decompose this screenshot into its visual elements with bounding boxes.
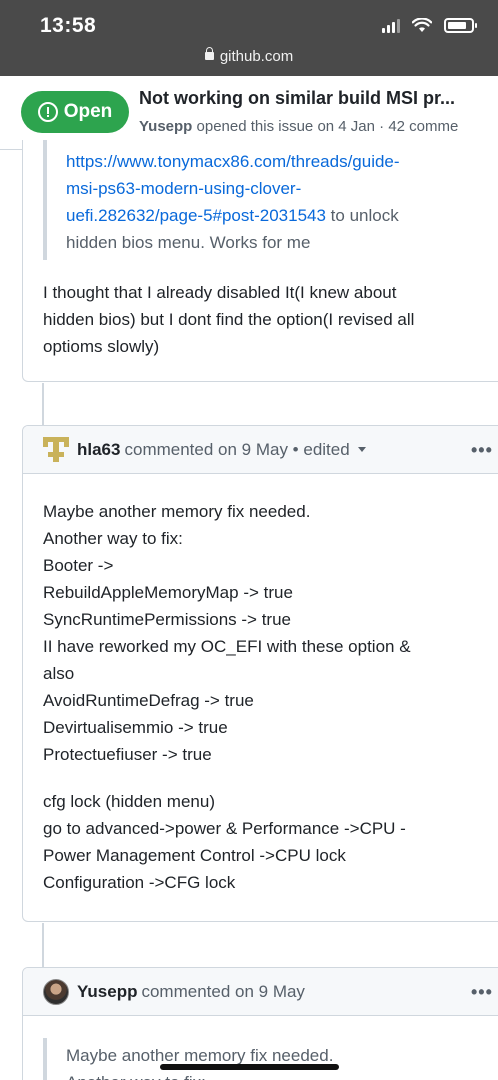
body-line: optioms slowly): [43, 337, 160, 356]
comment-action[interactable]: commented on 9 May: [141, 982, 304, 1002]
timeline-connector: [42, 383, 44, 425]
issue-state-badge: Open: [21, 91, 129, 133]
issue-state-label: Open: [63, 101, 113, 122]
comment-yusepp-reply: https://www.tonymacx86.com/threads/guide…: [22, 140, 498, 382]
comment-action[interactable]: commented on 9 May: [124, 440, 287, 460]
edited-dropdown[interactable]: edited: [303, 440, 349, 460]
body-line: Devirtualisemmio -> true: [43, 718, 228, 737]
issue-sticky-header: Open Not working on similar build MSI pr…: [0, 76, 498, 150]
quote-tail: to unlock: [325, 206, 399, 225]
separator-dot: •: [287, 439, 304, 459]
wifi-icon: [412, 18, 432, 32]
body-line: SyncRuntimePermissions -> true: [43, 610, 292, 629]
body-line: Power Management Control ->CPU lock: [43, 846, 346, 865]
quote-link-line-3[interactable]: uefi.282632/page-5#post-2031543: [66, 206, 326, 225]
home-indicator[interactable]: [160, 1064, 339, 1070]
comment-body: Maybe another memory fix needed. Another…: [43, 498, 498, 896]
body-line: AvoidRuntimeDefrag -> true: [43, 691, 254, 710]
url-bar[interactable]: github.com: [0, 47, 498, 65]
body-line: also: [43, 664, 75, 683]
url-text: github.com: [219, 48, 294, 65]
issue-title[interactable]: Not working on similar build MSI pr...: [139, 88, 484, 109]
comment-body: I thought that I already disabled It(I k…: [43, 279, 498, 360]
body-line: Configuration ->CFG lock: [43, 873, 236, 892]
body-line: I thought that I already disabled It(I k…: [43, 283, 397, 302]
avatar-yusepp[interactable]: [43, 978, 69, 1005]
kebab-menu-icon[interactable]: •••: [471, 982, 493, 1003]
issue-open-icon: [37, 102, 58, 122]
body-line: Another way to fix:: [43, 529, 183, 548]
comment-header: hla63 commented on 9 May • edited •••: [23, 426, 498, 474]
comment-hla63: hla63 commented on 9 May • edited ••• Ma…: [22, 425, 498, 922]
quote-link-line-1[interactable]: https://www.tonymacx86.com/threads/guide…: [66, 152, 400, 171]
body-line: Maybe another memory fix needed.: [43, 502, 311, 521]
comment-author[interactable]: hla63: [77, 440, 120, 460]
lock-icon: [204, 47, 214, 60]
body-line: Protectuefiuser -> true: [43, 745, 212, 764]
body-line: RebuildAppleMemoryMap -> true: [43, 583, 293, 602]
status-bar: 13:58 github.com: [0, 0, 498, 76]
status-icons: [382, 18, 477, 33]
quote-line: Another way to fix:: [66, 1069, 483, 1080]
comment-header: Yusepp commented on 9 May •••: [23, 968, 498, 1016]
caret-down-icon[interactable]: [357, 447, 366, 452]
avatar-hla63[interactable]: [43, 436, 69, 463]
quote-last-line: hidden bios menu. Works for me: [66, 233, 311, 252]
body-line: Booter ->: [43, 556, 114, 575]
quote-link-line-2[interactable]: msi-ps63-modern-using-clover-: [66, 179, 301, 198]
quoted-reply: Maybe another memory fix needed. Another…: [43, 1038, 483, 1080]
battery-icon: [444, 18, 477, 33]
kebab-menu-icon[interactable]: •••: [471, 440, 493, 461]
body-line: cfg lock (hidden menu): [43, 792, 215, 811]
issue-meta: Yusepp opened this issue on 4 Jan · 42 c…: [139, 118, 458, 135]
timeline-connector: [42, 923, 44, 967]
status-time: 13:58: [40, 14, 97, 37]
body-line: II have reworked my OC_EFI with these op…: [43, 637, 411, 656]
issue-meta-text: opened this issue on 4 Jan · 42 comme: [196, 118, 459, 135]
issue-author-link[interactable]: Yusepp: [139, 118, 192, 135]
body-line: go to advanced->power & Performance ->CP…: [43, 819, 406, 838]
body-line: hidden bios) but I dont find the option(…: [43, 310, 415, 329]
quoted-reply: https://www.tonymacx86.com/threads/guide…: [43, 140, 483, 260]
signal-icon: [382, 18, 400, 33]
comment-author[interactable]: Yusepp: [77, 982, 137, 1002]
